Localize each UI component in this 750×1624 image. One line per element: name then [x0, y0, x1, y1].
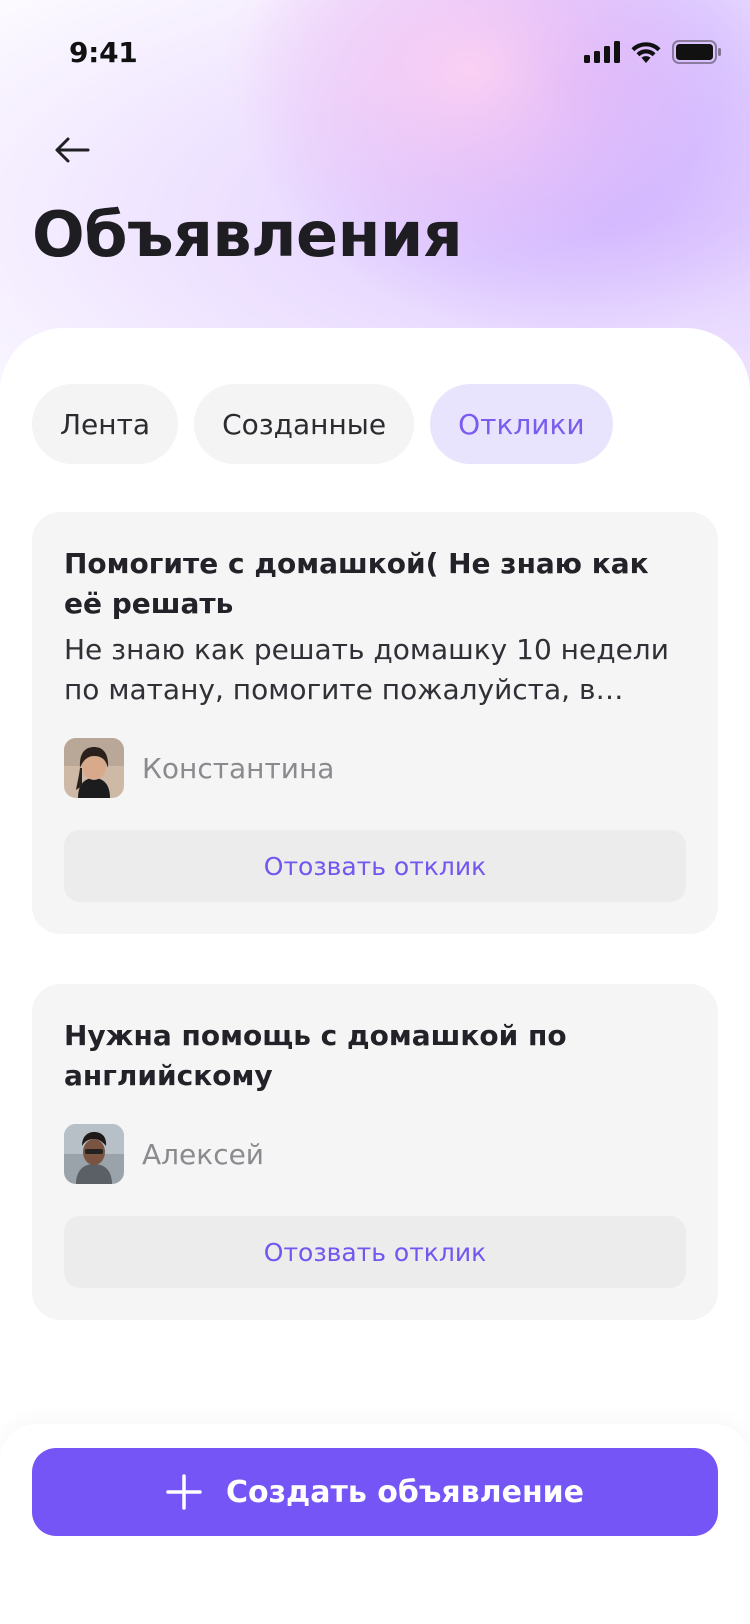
tab-feed[interactable]: Лента — [32, 384, 179, 464]
back-arrow-icon — [54, 136, 90, 168]
card-title: Помогите с домашкой( Не знаю как её реша… — [64, 547, 649, 620]
withdraw-response-button[interactable]: Отозвать отклик — [64, 830, 686, 902]
signal-icon — [584, 41, 620, 63]
card-author: Константина — [64, 738, 686, 798]
back-button[interactable] — [40, 120, 104, 184]
plus-icon — [166, 1474, 202, 1510]
tab-bar: Лента Созданные Отклики — [32, 384, 613, 464]
card-title: Нужна помощь с домашкой по английскому — [64, 1019, 567, 1092]
battery-icon — [672, 40, 722, 64]
author-name: Алексей — [142, 1137, 265, 1171]
tab-responses[interactable]: Отклики — [430, 384, 613, 464]
withdraw-response-button[interactable]: Отозвать отклик — [64, 1216, 686, 1288]
status-icons — [584, 40, 722, 64]
card-author: Алексей — [64, 1124, 686, 1184]
card-description: Не знаю как решать домашку 10 недели по … — [64, 633, 669, 706]
page-title: Объявления — [32, 198, 463, 271]
create-listing-button[interactable]: Создать объявление — [32, 1448, 718, 1536]
avatar — [64, 738, 124, 798]
avatar — [64, 1124, 124, 1184]
status-time: 9:41 — [69, 36, 138, 69]
create-listing-label: Создать объявление — [225, 1474, 585, 1510]
response-card[interactable]: Нужна помощь с домашкой по английскому А… — [32, 984, 718, 1320]
author-name: Константина — [142, 751, 335, 785]
wifi-icon — [630, 41, 662, 63]
response-card[interactable]: Помогите с домашкой( Не знаю как её реша… — [32, 512, 718, 934]
status-bar: 9:41 — [0, 0, 750, 100]
tab-created[interactable]: Созданные — [194, 384, 415, 464]
